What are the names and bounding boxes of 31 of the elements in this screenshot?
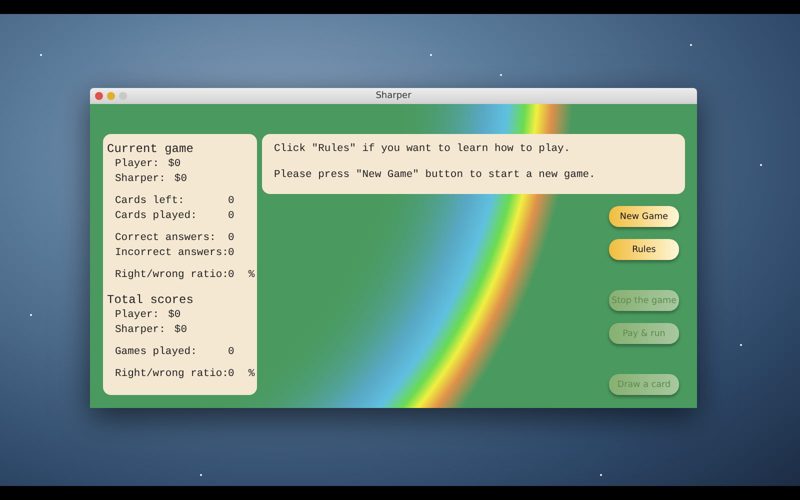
message-text: Please press "New Game" button to start a new game. bbox=[274, 169, 596, 181]
stat-label: Cards left: bbox=[115, 195, 186, 207]
stat-label: Right/wrong ratio: bbox=[115, 368, 228, 380]
stat-label: Sharper: bbox=[115, 324, 166, 336]
stat-label: Player: bbox=[115, 158, 160, 170]
stat-value: 0 bbox=[228, 247, 234, 259]
section-heading: Total scores bbox=[107, 293, 194, 307]
game-button[interactable]: Rules bbox=[609, 239, 679, 260]
unit-label: % bbox=[248, 368, 255, 380]
stat-label: Sharper: bbox=[115, 173, 166, 185]
stat-value: $0 bbox=[174, 173, 188, 185]
unit-label: % bbox=[248, 269, 255, 281]
stat-value: $0 bbox=[168, 158, 181, 170]
section-heading: Current game bbox=[107, 142, 194, 156]
stat-value: 0 bbox=[228, 269, 234, 281]
stat-label: Player: bbox=[115, 309, 160, 321]
stat-value: 0 bbox=[228, 232, 234, 244]
message-text: Click "Rules" if you want to learn how to play. bbox=[274, 143, 570, 155]
window-title: Sharper bbox=[376, 91, 412, 101]
stat-value: 0 bbox=[228, 195, 234, 207]
stat-value: 0 bbox=[228, 346, 234, 358]
stat-label: Incorrect answers: bbox=[115, 247, 228, 259]
stat-value: 0 bbox=[228, 368, 234, 380]
stat-value: 0 bbox=[228, 210, 234, 222]
stat-value: $0 bbox=[174, 324, 188, 336]
stat-label: Correct answers: bbox=[115, 232, 217, 244]
game-button[interactable]: New Game bbox=[609, 206, 679, 227]
stat-label: Cards played: bbox=[115, 210, 198, 222]
stat-label: Right/wrong ratio: bbox=[115, 269, 228, 281]
stat-label: Games played: bbox=[115, 346, 198, 358]
stat-value: $0 bbox=[168, 309, 181, 321]
